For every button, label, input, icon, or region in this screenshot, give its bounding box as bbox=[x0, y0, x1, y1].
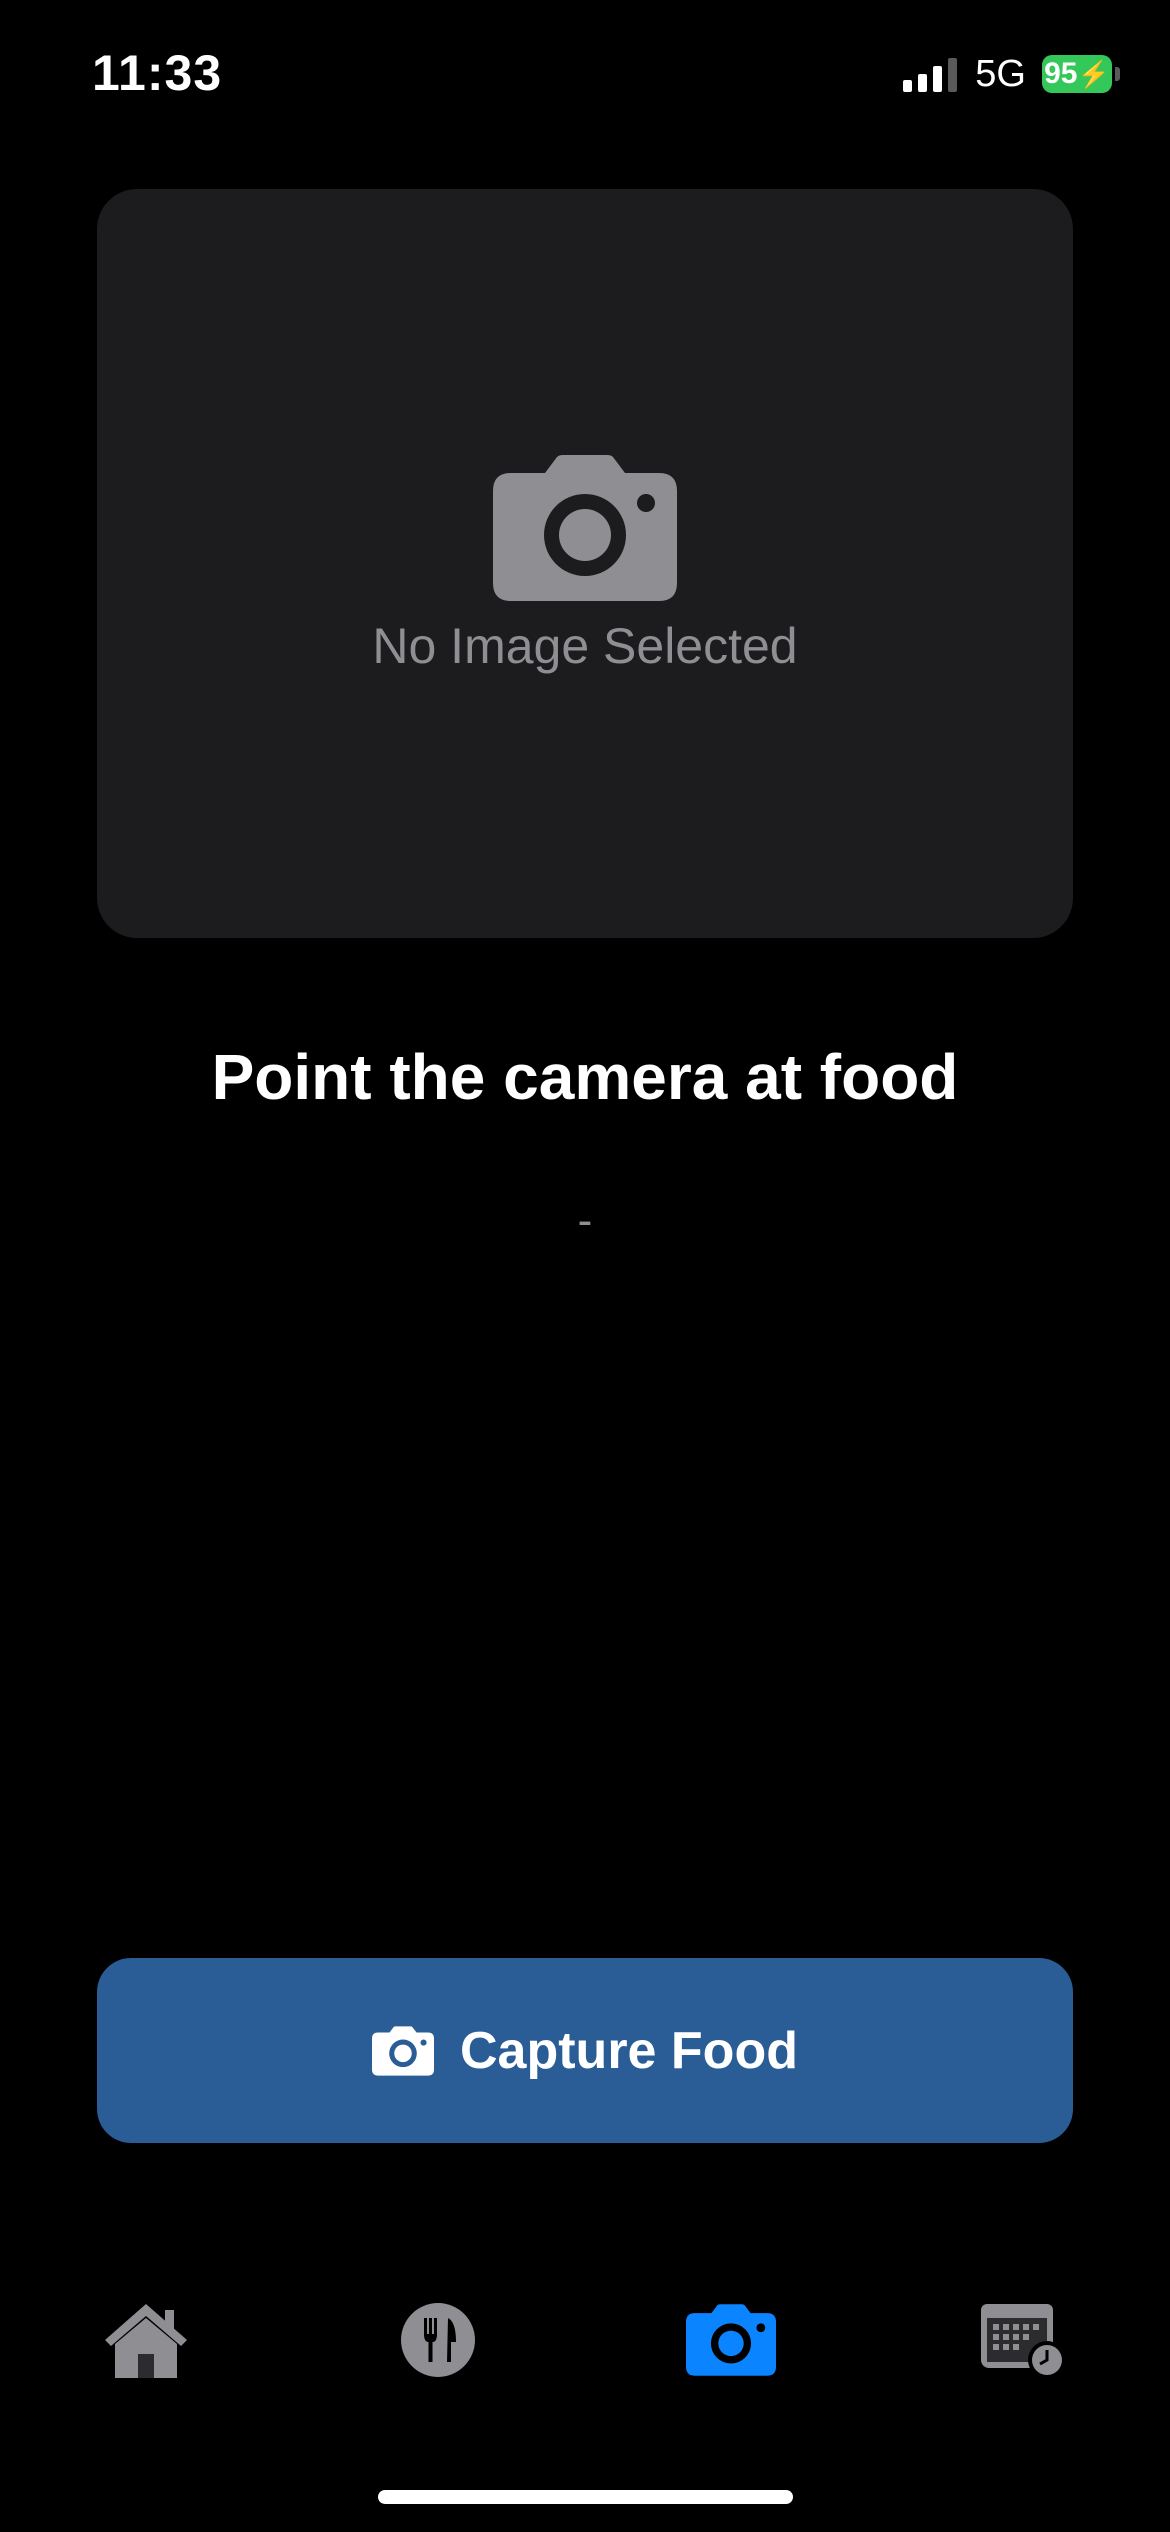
network-type: 5G bbox=[975, 52, 1026, 95]
status-indicators: 5G 95 ⚡ bbox=[903, 52, 1120, 96]
house-icon bbox=[105, 2304, 187, 2378]
battery-icon: 95 ⚡ bbox=[1042, 55, 1112, 93]
tab-home[interactable] bbox=[96, 2290, 196, 2390]
status-time: 11:33 bbox=[92, 45, 223, 101]
battery-cap bbox=[1115, 67, 1120, 81]
image-preview: No Image Selected bbox=[97, 189, 1073, 938]
tab-camera[interactable] bbox=[681, 2290, 781, 2390]
battery-level: 95 bbox=[1044, 57, 1078, 90]
instruction-heading: Point the camera at food bbox=[211, 1041, 959, 1113]
tab-history[interactable] bbox=[974, 2290, 1074, 2390]
camera-icon bbox=[493, 455, 677, 601]
calendar-clock-icon bbox=[981, 2304, 1066, 2379]
camera-icon bbox=[686, 2304, 776, 2376]
tab-meals[interactable] bbox=[388, 2290, 488, 2390]
camera-icon bbox=[372, 2025, 434, 2076]
tab-bar bbox=[0, 2290, 1170, 2390]
home-indicator[interactable] bbox=[378, 2490, 793, 2504]
capture-food-button[interactable]: Capture Food bbox=[97, 1958, 1073, 2143]
result-text: - bbox=[577, 1196, 593, 1245]
fork-knife-icon bbox=[401, 2303, 475, 2377]
status-bar: 11:33 5G 95 ⚡ bbox=[0, 0, 1170, 150]
cellular-signal-icon bbox=[903, 56, 958, 92]
capture-food-label: Capture Food bbox=[460, 2021, 798, 2080]
no-image-label: No Image Selected bbox=[372, 618, 798, 674]
